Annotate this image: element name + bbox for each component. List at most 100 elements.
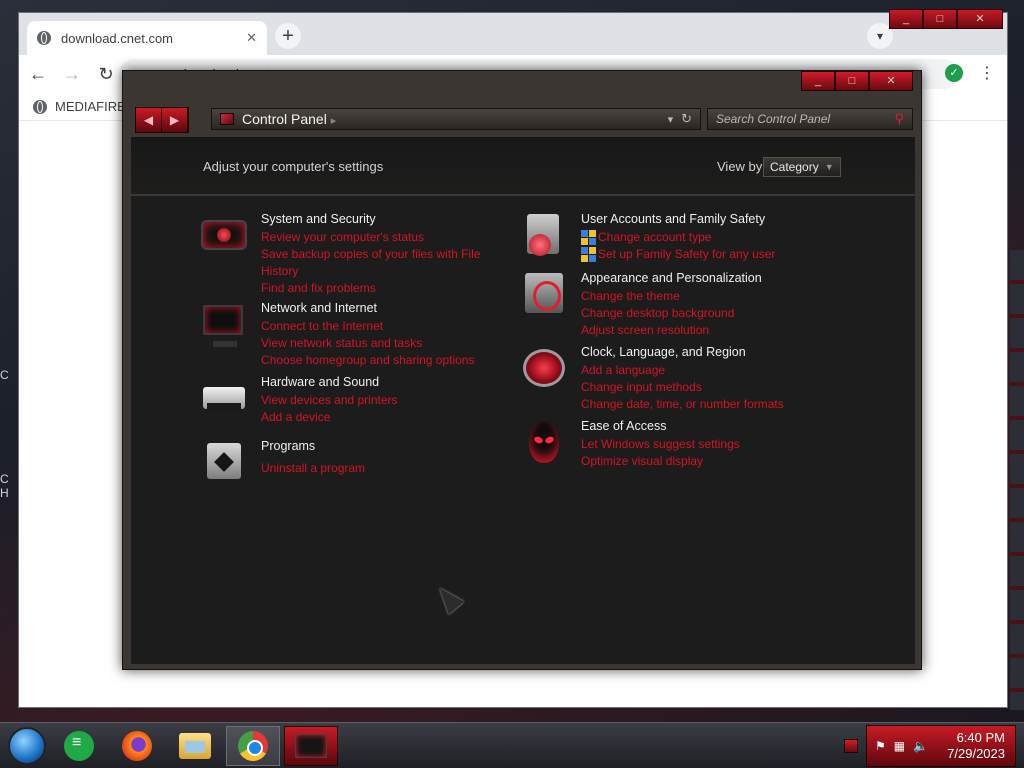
control-panel-window: _ □ ✕ ◀ ▶ Control Panel ▸ ▾ ↻ ⚲ Adjust y…: [122, 70, 922, 670]
desktop-decoration: [1010, 250, 1024, 710]
ease-of-access-icon[interactable]: [521, 419, 567, 465]
network-icon[interactable]: [201, 301, 247, 347]
category-programs: Programs Uninstall a program: [201, 439, 491, 485]
search-icon[interactable]: ⚲: [894, 111, 904, 127]
link-desktop-background[interactable]: Change desktop background: [581, 305, 831, 322]
minimize-button[interactable]: _: [889, 9, 923, 29]
forward-button[interactable]: ▶: [162, 108, 188, 132]
category-title[interactable]: Hardware and Sound: [261, 375, 491, 390]
view-by-label: View by:: [717, 159, 766, 174]
appearance-icon[interactable]: [521, 271, 567, 317]
globe-icon: [37, 31, 51, 45]
category-user-accounts: User Accounts and Family Safety Change a…: [521, 212, 831, 263]
user-accounts-icon[interactable]: [521, 212, 567, 258]
link-review-status[interactable]: Review your computer's status: [261, 229, 491, 246]
link-date-time-formats[interactable]: Change date, time, or number formats: [581, 396, 841, 413]
link-optimize-display[interactable]: Optimize visual display: [581, 453, 831, 470]
shield-icon[interactable]: [201, 212, 247, 258]
browser-caption-buttons: _ □ ✕: [889, 9, 1003, 29]
programs-icon[interactable]: [201, 439, 247, 485]
taskbar-app-chrome[interactable]: [226, 726, 280, 766]
category-ease-of-access: Ease of Access Let Windows suggest setti…: [521, 419, 831, 470]
category-title[interactable]: User Accounts and Family Safety: [581, 212, 831, 227]
chat-app-icon: [64, 731, 94, 761]
forward-button[interactable]: →: [57, 59, 87, 89]
new-tab-button[interactable]: +: [275, 23, 301, 49]
search-box[interactable]: ⚲: [707, 108, 913, 130]
nav-buttons: ◀ ▶: [135, 107, 189, 133]
category-clock-language-region: Clock, Language, and Region Add a langua…: [521, 345, 841, 413]
link-add-language[interactable]: Add a language: [581, 362, 841, 379]
link-find-fix-problems[interactable]: Find and fix problems: [261, 280, 491, 297]
category-title[interactable]: Appearance and Personalization: [581, 271, 831, 286]
refresh-icon[interactable]: ↻: [681, 111, 692, 127]
show-hidden-icons-button[interactable]: [844, 739, 858, 753]
taskbar-app-chat[interactable]: [52, 726, 106, 766]
reload-button[interactable]: ↻: [91, 59, 121, 89]
desktop-icon-label: H: [0, 486, 9, 500]
category-title[interactable]: Programs: [261, 439, 491, 454]
link-network-status[interactable]: View network status and tasks: [261, 335, 501, 352]
view-by-dropdown[interactable]: Category ▼: [763, 157, 841, 177]
shield-extension-icon[interactable]: ✓: [945, 64, 963, 82]
taskbar: ⚑ ▦ 🔈 6:40 PM 7/29/2023: [0, 722, 1024, 768]
address-bar[interactable]: Control Panel ▸ ▾ ↻: [211, 108, 701, 130]
category-title[interactable]: System and Security: [261, 212, 491, 227]
back-button[interactable]: ◀: [136, 108, 162, 132]
search-input[interactable]: [716, 112, 895, 126]
close-button[interactable]: ✕: [957, 9, 1003, 29]
control-panel-icon: [295, 734, 327, 758]
category-title[interactable]: Clock, Language, and Region: [581, 345, 841, 360]
link-homegroup[interactable]: Choose homegroup and sharing options: [261, 352, 501, 369]
minimize-button[interactable]: _: [801, 71, 835, 91]
system-tray: ⚑ ▦ 🔈 6:40 PM 7/29/2023: [866, 725, 1016, 767]
folder-icon: [179, 733, 211, 759]
control-panel-caption-buttons: _ □ ✕: [801, 71, 913, 91]
menu-kebab-icon[interactable]: ⋮: [979, 63, 995, 83]
tab-title: download.cnet.com: [61, 30, 174, 46]
link-uninstall-program[interactable]: Uninstall a program: [261, 460, 491, 477]
browser-tab[interactable]: download.cnet.com ✕: [27, 21, 267, 55]
volume-icon[interactable]: 🔈: [913, 739, 928, 753]
hardware-icon[interactable]: [201, 375, 247, 421]
control-panel-icon: [220, 113, 234, 125]
link-family-safety[interactable]: Set up Family Safety for any user: [581, 246, 831, 263]
breadcrumb[interactable]: Control Panel ▸: [242, 111, 660, 127]
category-title[interactable]: Network and Internet: [261, 301, 501, 316]
clock[interactable]: 6:40 PM 7/29/2023: [947, 730, 1015, 762]
link-connect-internet[interactable]: Connect to the Internet: [261, 318, 501, 335]
tab-close-icon[interactable]: ✕: [246, 30, 257, 46]
link-change-account-type[interactable]: Change account type: [581, 229, 831, 246]
link-screen-resolution[interactable]: Adjust screen resolution: [581, 322, 831, 339]
maximize-button[interactable]: □: [923, 9, 957, 29]
link-label: Set up Family Safety for any user: [598, 247, 776, 261]
start-button[interactable]: [8, 727, 46, 765]
back-button[interactable]: ←: [23, 59, 53, 89]
uac-shield-icon: [581, 230, 596, 245]
link-input-methods[interactable]: Change input methods: [581, 379, 841, 396]
page-title: Adjust your computer's settings: [203, 159, 384, 174]
taskbar-app-firefox[interactable]: [110, 726, 164, 766]
network-icon[interactable]: ▦: [894, 739, 905, 753]
taskbar-app-explorer[interactable]: [168, 726, 222, 766]
desktop-icon-label: C: [0, 368, 9, 382]
category-title[interactable]: Ease of Access: [581, 419, 831, 434]
maximize-button[interactable]: □: [835, 71, 869, 91]
category-appearance: Appearance and Personalization Change th…: [521, 271, 831, 339]
globe-icon[interactable]: [521, 345, 567, 391]
link-change-theme[interactable]: Change the theme: [581, 288, 831, 305]
category-network-and-internet: Network and Internet Connect to the Inte…: [201, 301, 501, 369]
link-label: Change account type: [598, 230, 712, 244]
link-add-device[interactable]: Add a device: [261, 409, 491, 426]
chevron-down-icon: ▼: [824, 162, 834, 172]
close-button[interactable]: ✕: [869, 71, 913, 91]
clock-time: 6:40 PM: [956, 730, 1005, 745]
link-devices-printers[interactable]: View devices and printers: [261, 392, 491, 409]
flag-icon[interactable]: ⚑: [875, 739, 886, 753]
link-file-history[interactable]: Save backup copies of your files with Fi…: [261, 246, 491, 280]
chevron-down-icon[interactable]: ▾: [668, 113, 674, 126]
taskbar-app-control-panel[interactable]: [284, 726, 338, 766]
clock-date: 7/29/2023: [947, 746, 1005, 761]
chevron-down-icon: ▾: [876, 29, 884, 43]
link-suggest-settings[interactable]: Let Windows suggest settings: [581, 436, 831, 453]
